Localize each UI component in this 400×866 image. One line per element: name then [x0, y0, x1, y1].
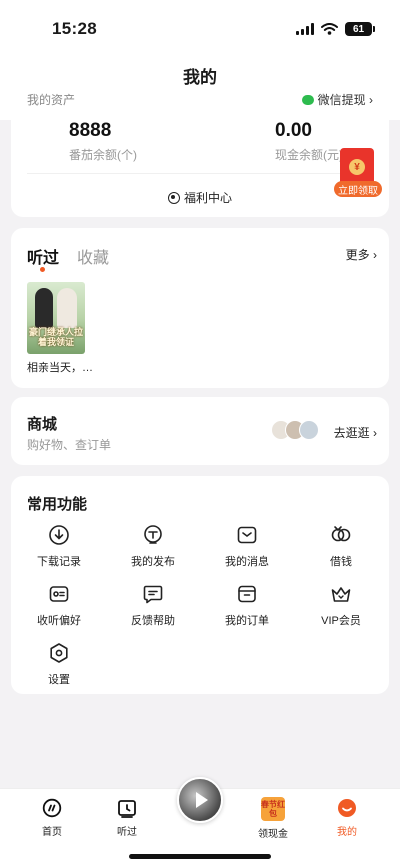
wechat-withdraw-label: 微信提现 ›	[317, 93, 373, 107]
tab-home[interactable]: 首页	[24, 797, 80, 838]
function-label: 收听偏好	[37, 615, 81, 627]
function-listening-preference[interactable]: 收听偏好	[19, 582, 99, 628]
function-label: 设置	[48, 674, 70, 686]
loan-icon	[331, 526, 351, 542]
common-functions-card: 常用功能 下载记录 我的发布 我的消息 借钱 收听偏好 反馈帮助 我的订单 VI…	[11, 476, 389, 694]
more-link[interactable]: 更多 ›	[346, 246, 377, 263]
status-bar: 15:28 61	[0, 0, 400, 52]
shop-card[interactable]: 商城 购好物、查订单 去逛逛 ›	[11, 397, 389, 465]
shop-product-thumbnails	[271, 420, 319, 440]
function-my-messages[interactable]: 我的消息	[207, 523, 287, 569]
coin-icon: ¥	[349, 159, 365, 175]
section-title: 常用功能	[27, 496, 88, 513]
cover-figure-woman	[57, 288, 77, 328]
product-thumbnail	[299, 420, 319, 440]
page-title: 我的	[183, 68, 217, 87]
coin-balance-label: 番茄余额(个)	[69, 148, 137, 162]
battery-level: 61	[352, 23, 365, 35]
tab-label: 领现金	[258, 829, 288, 840]
wechat-icon	[301, 94, 314, 105]
tab-label: 我的	[337, 827, 357, 838]
download-icon	[49, 525, 69, 545]
assets-header: 我的资产 微信提现 ›	[27, 91, 373, 108]
cover-title: 豪门继承人拉着我领证	[29, 328, 84, 348]
cash-balance-label: 现金余额(元)	[275, 148, 343, 162]
shop-subtitle: 购好物、查订单	[27, 438, 112, 452]
function-my-orders[interactable]: 我的订单	[207, 582, 287, 628]
welfare-center-label: 福利中心	[183, 191, 232, 205]
listen-history-card: 听过 收藏 更多 › 豪门继承人拉着我领证 相亲当天，…	[11, 228, 389, 388]
function-label: 反馈帮助	[131, 615, 175, 627]
go-shopping-link[interactable]: 去逛逛 ›	[334, 424, 377, 441]
function-vip-membership[interactable]: VIP会员	[301, 582, 381, 628]
function-my-publish[interactable]: 我的发布	[113, 523, 193, 569]
function-label: VIP会员	[321, 615, 361, 627]
function-download-records[interactable]: 下载记录	[19, 523, 99, 569]
history-icon	[118, 800, 136, 818]
function-label: 我的消息	[225, 556, 269, 568]
now-playing-button[interactable]	[177, 777, 223, 823]
welfare-icon	[167, 191, 180, 204]
tab-favorites[interactable]: 收藏	[77, 244, 109, 268]
cover-figure-man	[35, 288, 53, 328]
home-indicator	[129, 854, 271, 859]
tab-listened[interactable]: 听过	[27, 244, 59, 268]
status-icons: 61	[296, 22, 375, 36]
active-tab-indicator	[40, 267, 45, 272]
play-icon	[195, 792, 208, 808]
claim-now-button[interactable]: 立即领取	[334, 181, 382, 197]
function-label: 借钱	[330, 556, 352, 568]
wechat-withdraw-link[interactable]: 微信提现 ›	[301, 91, 373, 108]
coin-balance-value[interactable]: 8888	[69, 120, 111, 142]
cash-badge-icon: 春节红包	[261, 800, 285, 818]
function-borrow-money[interactable]: 借钱	[301, 523, 381, 569]
function-label: 我的订单	[225, 615, 269, 627]
tab-claim-cash[interactable]: 春节红包 领现金	[245, 797, 301, 840]
tab-profile[interactable]: 我的	[319, 797, 375, 838]
book-title[interactable]: 相亲当天，…	[27, 359, 93, 375]
tab-label: 听过	[117, 827, 137, 838]
preference-icon	[49, 586, 69, 602]
status-time: 15:28	[52, 19, 97, 38]
signal-icon	[296, 23, 314, 35]
assets-card: 我的资产 微信提现 › 8888 番茄余额(个) 0.00 现金余额(元) 福利…	[11, 86, 389, 217]
publish-icon	[144, 525, 162, 544]
settings-icon	[50, 643, 68, 663]
shop-title: 商城	[27, 416, 58, 433]
book-cover[interactable]: 豪门继承人拉着我领证	[27, 282, 85, 354]
home-icon	[42, 798, 62, 818]
listen-tabs: 听过 收藏	[27, 244, 109, 268]
tab-history[interactable]: 听过	[99, 797, 155, 838]
function-label: 我的发布	[131, 556, 175, 568]
cash-balance-value[interactable]: 0.00	[275, 120, 312, 142]
function-feedback-help[interactable]: 反馈帮助	[113, 582, 193, 628]
profile-icon	[338, 799, 356, 817]
feedback-icon	[143, 585, 163, 604]
wifi-icon	[321, 23, 338, 35]
assets-label: 我的资产	[27, 93, 76, 107]
battery-icon: 61	[345, 22, 375, 36]
tab-label: 首页	[42, 827, 62, 838]
function-label: 下载记录	[37, 556, 81, 568]
function-settings[interactable]: 设置	[19, 641, 99, 687]
divider	[27, 173, 373, 174]
vip-crown-icon	[331, 587, 351, 602]
order-icon	[238, 585, 256, 603]
welfare-center-link[interactable]: 福利中心	[11, 189, 389, 206]
message-icon	[237, 526, 257, 544]
